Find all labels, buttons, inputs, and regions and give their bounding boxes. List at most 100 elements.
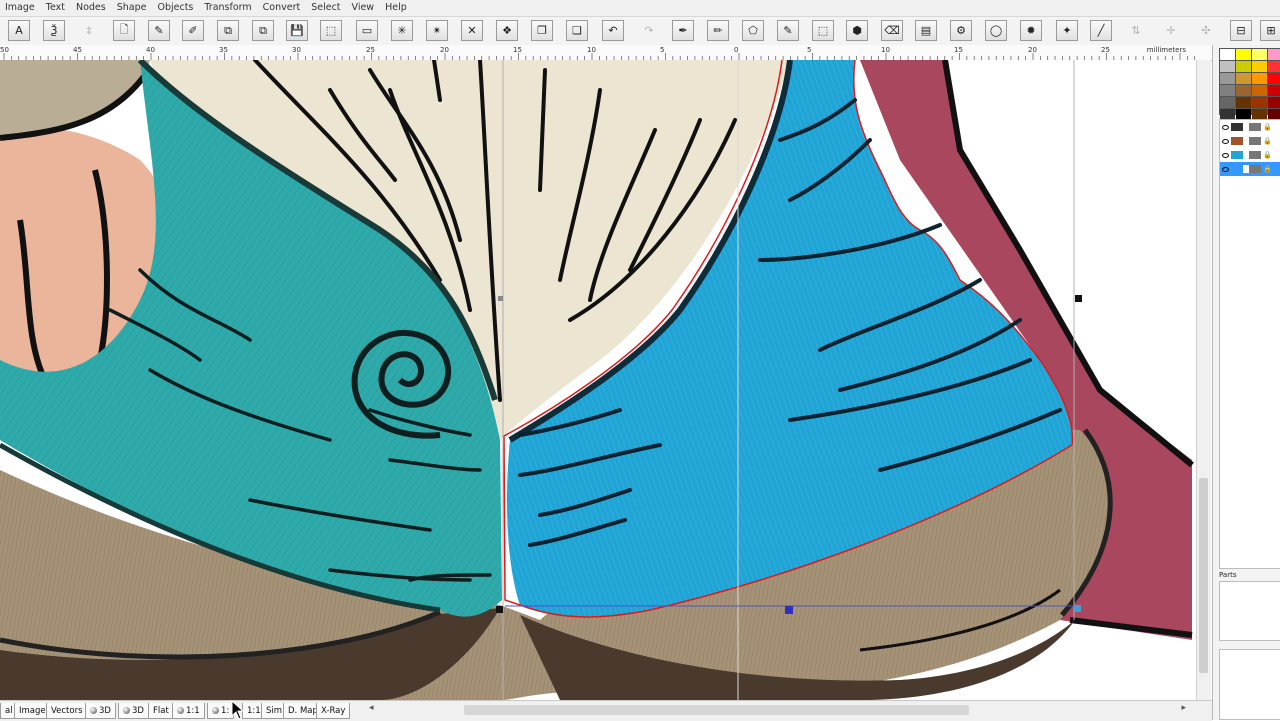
shape-tool-button[interactable]: ⬠: [742, 20, 764, 41]
outline-button[interactable]: ◯: [985, 20, 1007, 41]
edit-file-button[interactable]: ✐: [182, 20, 204, 41]
color-swatch[interactable]: [1236, 49, 1251, 60]
color-swatch[interactable]: [1220, 61, 1235, 72]
view-tab[interactable]: Vectors: [46, 703, 88, 719]
distribute-button[interactable]: ✛: [1160, 20, 1182, 41]
view-tab[interactable]: X-Ray: [316, 703, 351, 719]
satin-button[interactable]: ▤: [915, 20, 937, 41]
view-tab[interactable]: 3D: [85, 703, 116, 719]
fill-tool-button[interactable]: ⬚: [812, 20, 834, 41]
select-nodes-button[interactable]: ✳: [391, 20, 413, 41]
layer-row[interactable]: 🔒: [1220, 162, 1280, 176]
vertical-scroll-thumb[interactable]: [1199, 478, 1208, 673]
menu-select[interactable]: Select: [306, 0, 346, 16]
lock-icon[interactable]: 🔒: [1263, 123, 1272, 131]
view-tab[interactable]: Flat: [148, 703, 174, 719]
color-swatch[interactable]: [1268, 49, 1280, 60]
menu-transform[interactable]: Transform: [199, 0, 257, 16]
selection-handle-top[interactable]: [498, 296, 503, 301]
rectangle-tool-button[interactable]: ▭: [356, 20, 378, 41]
menu-text[interactable]: Text: [41, 0, 71, 16]
embroidery-artwork[interactable]: [0, 60, 1196, 700]
view-tab[interactable]: 3D: [118, 703, 149, 719]
multi-text-tool-button[interactable]: Ѯ: [43, 20, 65, 41]
color-swatch[interactable]: [1252, 61, 1267, 72]
color-swatch[interactable]: [1220, 49, 1235, 60]
transform-nodes-button[interactable]: ✴: [426, 20, 448, 41]
eraser-button[interactable]: ⌫: [881, 20, 903, 41]
eye-icon[interactable]: [1222, 152, 1229, 158]
import-all-button[interactable]: ⧉: [252, 20, 274, 41]
paste-button[interactable]: ❏: [566, 20, 588, 41]
import-button[interactable]: ⧉: [217, 20, 239, 41]
scroll-left-arrow-icon[interactable]: ◂: [369, 703, 374, 713]
color-swatch[interactable]: [1268, 61, 1280, 72]
color-swatch[interactable]: [1268, 85, 1280, 96]
design-canvas[interactable]: [0, 60, 1196, 700]
lock-icon[interactable]: 🔒: [1263, 137, 1272, 145]
line-tool-button[interactable]: ╱: [1090, 20, 1112, 41]
group-button[interactable]: ❖: [496, 20, 518, 41]
color-swatch[interactable]: [1236, 85, 1251, 96]
view-tab[interactable]: 1:1: [172, 703, 205, 719]
delete-button[interactable]: ✕: [461, 20, 483, 41]
menu-convert[interactable]: Convert: [258, 0, 307, 16]
save-button[interactable]: 💾: [286, 20, 308, 41]
magic-wand-button[interactable]: ✦: [1056, 20, 1078, 41]
color-swatch[interactable]: [1236, 61, 1251, 72]
undo-button[interactable]: ↶: [602, 20, 624, 41]
color-swatch[interactable]: [1220, 85, 1235, 96]
tan-top-shape[interactable]: [0, 60, 150, 140]
menu-shape[interactable]: Shape: [112, 0, 153, 16]
color-swatch[interactable]: [1220, 97, 1235, 108]
color-swatch[interactable]: [1252, 49, 1267, 60]
menu-image[interactable]: Image: [0, 0, 41, 16]
lock-icon[interactable]: 🔒: [1263, 151, 1272, 159]
draw-tool-button[interactable]: ✏: [707, 20, 729, 41]
menu-objects[interactable]: Objects: [152, 0, 199, 16]
menu-help[interactable]: Help: [380, 0, 413, 16]
horizontal-scroll-thumb[interactable]: [464, 705, 969, 715]
eye-icon[interactable]: [1222, 166, 1229, 172]
color-swatch[interactable]: [1268, 73, 1280, 84]
color-swatch[interactable]: [1236, 73, 1251, 84]
color-swatch[interactable]: [1220, 73, 1235, 84]
eye-icon[interactable]: [1222, 138, 1229, 144]
pen-tool-button[interactable]: ✒: [672, 20, 694, 41]
selection-handle-mid[interactable]: [785, 606, 793, 614]
text-options-button[interactable]: ‡: [78, 20, 100, 41]
lock-icon[interactable]: 🔒: [1263, 165, 1272, 173]
selection-handle-right[interactable]: [1075, 295, 1082, 302]
stitch-fill-button[interactable]: ⬢: [846, 20, 868, 41]
selection-handle-corner[interactable]: [1074, 605, 1081, 612]
ruler-label: 15: [513, 46, 522, 54]
color-swatch[interactable]: [1268, 97, 1280, 108]
scroll-right-arrow-icon[interactable]: ▸: [1181, 703, 1186, 713]
redo-button[interactable]: ↷: [638, 20, 660, 41]
select-frame-button[interactable]: ⬚: [320, 20, 342, 41]
layer-row[interactable]: 🔒: [1220, 134, 1280, 148]
settings-button[interactable]: ⚙: [950, 20, 972, 41]
text-tool-button[interactable]: A: [8, 20, 30, 41]
window-button[interactable]: ⊟: [1230, 20, 1252, 41]
vertical-scrollbar[interactable]: [1196, 60, 1211, 700]
menu-nodes[interactable]: Nodes: [71, 0, 112, 16]
color-swatch[interactable]: [1236, 97, 1251, 108]
close-panel-button[interactable]: ⊞: [1260, 20, 1280, 41]
align-button[interactable]: ⇅: [1125, 20, 1147, 41]
eye-icon[interactable]: [1222, 124, 1229, 130]
selection-handle-left[interactable]: [496, 606, 503, 613]
color-swatch[interactable]: [1252, 97, 1267, 108]
eyedropper-button[interactable]: ✎: [777, 20, 799, 41]
new-file-button[interactable]: 🗋: [113, 20, 135, 41]
pan-button[interactable]: ✣: [1195, 20, 1217, 41]
color-tool-button[interactable]: ✹: [1020, 20, 1042, 41]
color-swatch[interactable]: [1252, 85, 1267, 96]
copy-button[interactable]: ❐: [531, 20, 553, 41]
horizontal-scrollbar[interactable]: ◂ ▸: [366, 703, 1186, 717]
menu-view[interactable]: View: [347, 0, 381, 16]
color-swatch[interactable]: [1252, 73, 1267, 84]
layer-row[interactable]: 🔒: [1220, 148, 1280, 162]
layer-row[interactable]: 🔒: [1220, 120, 1280, 134]
open-file-button[interactable]: ✎: [148, 20, 170, 41]
